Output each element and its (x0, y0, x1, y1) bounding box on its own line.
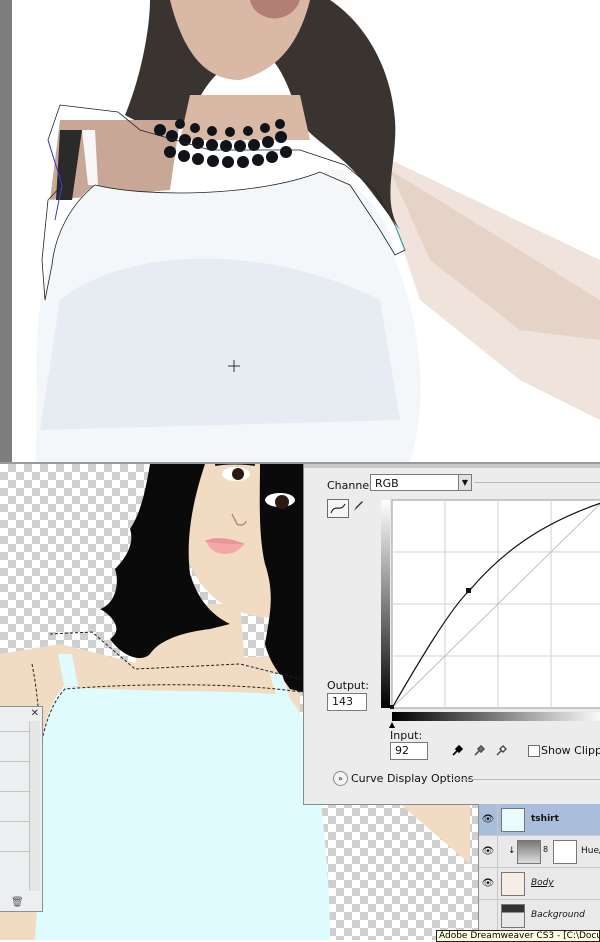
dialog-top-strip (304, 464, 600, 468)
eye-icon[interactable]: 👁 (479, 836, 498, 867)
layer-row-body[interactable]: 👁 Body (479, 868, 600, 900)
adjustment-thumbnail (517, 840, 541, 864)
panel-row[interactable] (0, 851, 30, 852)
channel-select[interactable]: RGB ▼ (370, 474, 472, 491)
curve-control-point[interactable] (466, 588, 471, 593)
panel-row[interactable] (0, 761, 30, 762)
eye-icon[interactable] (479, 900, 498, 931)
pencil-tool-button[interactable] (352, 499, 364, 513)
photo-canvas[interactable] (0, 0, 600, 462)
history-panel[interactable]: ✕ 🗑 (0, 706, 43, 912)
panel-row[interactable] (0, 791, 30, 792)
eye-icon[interactable]: 👁 (479, 804, 498, 835)
layer-name: Hue/ (581, 846, 600, 856)
canvas-left-edge (0, 0, 12, 462)
layer-row-tshirt[interactable]: 👁 tshirt (479, 804, 600, 836)
channel-label: Channel: (327, 479, 376, 492)
layer-name: tshirt (531, 814, 559, 824)
curves-graph[interactable] (381, 498, 600, 736)
white-eyedropper-icon[interactable] (495, 743, 509, 757)
layer-name: Background (531, 910, 585, 920)
black-eyedropper-icon[interactable] (451, 743, 465, 757)
panel-row[interactable] (0, 821, 30, 822)
curve-endpoint[interactable] (390, 705, 394, 709)
close-icon[interactable]: ✕ (31, 708, 39, 719)
link-icon: 8 (543, 845, 549, 854)
output-gradient-bar (381, 500, 390, 708)
photo-image (35, 0, 600, 462)
pencil-icon (354, 501, 363, 511)
show-clipping-checkbox[interactable] (528, 745, 540, 757)
channel-value: RGB (375, 477, 399, 490)
taskbar-tooltip: Adobe Dreamweaver CS3 - [C:\Documen (436, 930, 600, 942)
gray-eyedropper-icon[interactable] (473, 743, 487, 757)
layer-row-background[interactable]: Background (479, 900, 600, 932)
panel-row[interactable] (0, 731, 30, 732)
layers-panel: 👁 tshirt 👁 ↓ 8 Hue/ 👁 Body Background (478, 804, 600, 940)
curve-tool-icon (330, 503, 346, 514)
input-gradient-bar (392, 712, 600, 721)
show-clipping-label: Show Clipping (541, 744, 600, 757)
divider (474, 482, 600, 483)
mask-thumbnail (553, 840, 577, 864)
layer-name: Body (531, 878, 554, 888)
input-field[interactable]: 92 (390, 742, 428, 760)
layer-row-hue[interactable]: 👁 ↓ 8 Hue/ (479, 836, 600, 868)
black-point-slider[interactable] (389, 722, 395, 728)
panel-scrollbar[interactable] (29, 721, 40, 891)
curve-tool-button[interactable] (327, 499, 349, 518)
trash-icon[interactable]: 🗑 (11, 897, 24, 908)
layer-thumbnail (501, 808, 525, 832)
clip-arrow-icon: ↓ (508, 846, 516, 856)
output-field[interactable]: 143 (327, 693, 367, 711)
layer-thumbnail (501, 904, 525, 928)
expand-chevron-icon[interactable]: » (333, 771, 348, 786)
curves-dialog: Channel: RGB ▼ Output: 143 Input: 92 Sho… (303, 464, 600, 805)
output-label: Output: (327, 679, 369, 692)
chevron-down-icon[interactable]: ▼ (458, 475, 471, 490)
input-label: Input: (390, 729, 423, 742)
divider (452, 779, 600, 780)
eye-icon[interactable]: 👁 (479, 868, 498, 899)
layer-thumbnail (501, 872, 525, 896)
